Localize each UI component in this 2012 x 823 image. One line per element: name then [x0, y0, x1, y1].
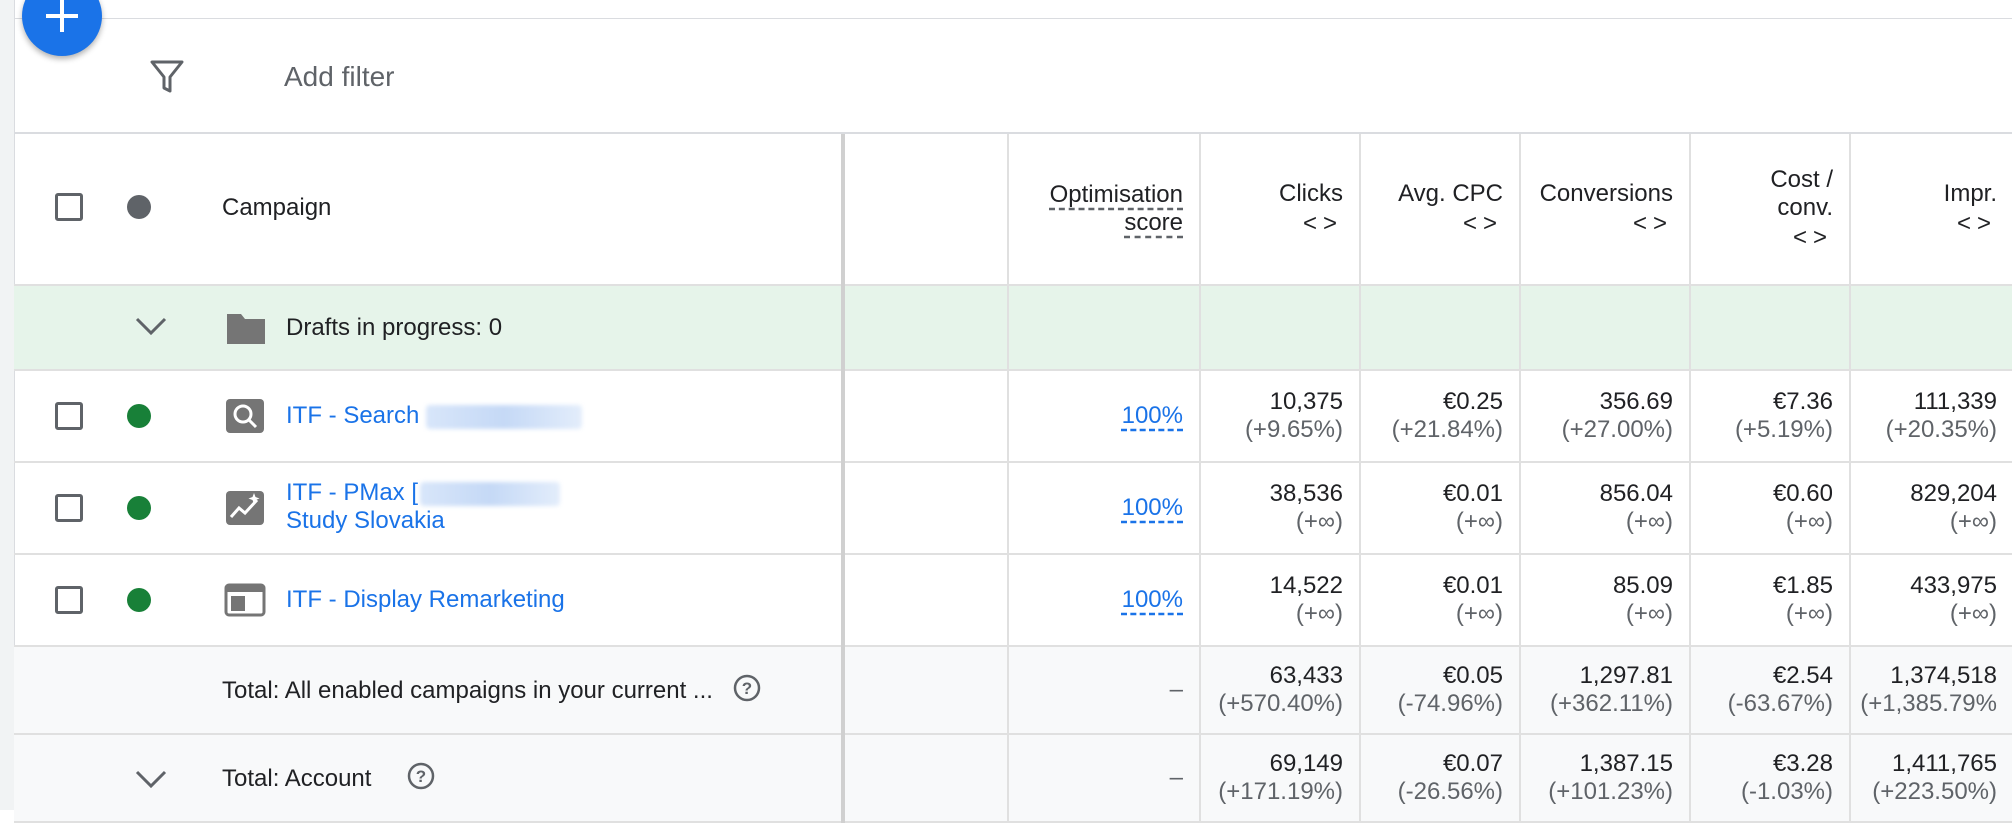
svg-text:?: ? [742, 679, 752, 698]
svg-text:?: ? [416, 767, 426, 786]
campaign-link[interactable]: ITF - Search [286, 402, 583, 430]
optimisation-score-header[interactable]: Optimisation score [1008, 134, 1201, 286]
row-checkbox[interactable] [55, 494, 83, 522]
table-row: ITF - Display Remarketing 100% 14,522 (+∞… [14, 554, 2012, 647]
campaign-column-header[interactable]: Campaign [222, 194, 331, 222]
status-enabled-dot[interactable] [127, 588, 151, 612]
folder-icon [227, 314, 265, 344]
table-row: ITF - Search 100% 10,375 (+9.65%) €0.25 (+… [14, 370, 2012, 463]
total-account-label: Total: Account [222, 765, 372, 792]
display-campaign-icon [224, 583, 266, 617]
table-row: ITF - PMax [ Study Slovakia 100% 38,536(… [14, 462, 2012, 555]
row-checkbox[interactable] [55, 402, 83, 430]
select-all-checkbox[interactable] [55, 193, 83, 221]
row-checkbox[interactable] [55, 586, 83, 614]
clicks-header[interactable]: Clicks <> [1200, 134, 1361, 286]
sort-arrows-icon[interactable]: <> [1361, 210, 1503, 238]
table-header-row: Campaign Optimisation score Clicks <> Av… [14, 134, 2012, 286]
status-header-dot[interactable] [127, 195, 151, 219]
status-enabled-dot[interactable] [127, 404, 151, 428]
drafts-row: Drafts in progress: 0 [14, 285, 2012, 371]
status-enabled-dot[interactable] [127, 496, 151, 520]
sort-arrows-icon[interactable]: <> [1521, 210, 1673, 238]
redacted-text [420, 481, 560, 506]
help-icon[interactable]: ? [732, 673, 762, 703]
add-filter-button[interactable]: Add filter [284, 58, 395, 96]
total-account-row: Total: Account ? – 69,149 (+171.19%) €0.0… [14, 734, 2012, 823]
left-panel-edge [0, 0, 15, 810]
optimisation-score-link[interactable]: 100% [1122, 586, 1183, 613]
total-enabled-label: Total: All enabled campaigns in your cur… [222, 677, 713, 704]
avg-cpc-header[interactable]: Avg. CPC <> [1360, 134, 1521, 286]
campaigns-table: Campaign Optimisation score Clicks <> Av… [14, 134, 2012, 823]
total-enabled-row: Total: All enabled campaigns in your cur… [14, 646, 2012, 735]
search-campaign-icon [226, 399, 264, 433]
campaign-link[interactable]: ITF - Display Remarketing [286, 586, 565, 614]
sort-arrows-icon[interactable]: <> [1201, 210, 1343, 238]
campaign-link[interactable]: ITF - PMax [ Study Slovakia [286, 479, 560, 535]
plus-icon [46, 0, 78, 32]
help-icon[interactable]: ? [406, 761, 436, 791]
filter-icon[interactable] [148, 58, 186, 96]
redacted-text [426, 404, 583, 429]
cost-per-conv-header[interactable]: Cost / conv. <> [1690, 134, 1851, 286]
sort-arrows-icon[interactable]: <> [1691, 224, 1833, 252]
conversions-header[interactable]: Conversions <> [1520, 134, 1691, 286]
optimisation-score-link[interactable]: 100% [1122, 494, 1183, 521]
chevron-down-icon[interactable] [134, 314, 168, 338]
impressions-header[interactable]: Impr. <> [1850, 134, 2012, 286]
top-divider [14, 18, 2012, 19]
performance-max-icon [226, 491, 264, 525]
new-campaign-button[interactable] [22, 0, 102, 56]
drafts-label: Drafts in progress: 0 [286, 314, 503, 341]
empty-column-header [843, 134, 1009, 286]
sort-arrows-icon[interactable]: <> [1851, 210, 1997, 238]
optimisation-score-link[interactable]: 100% [1122, 402, 1183, 429]
chevron-down-icon[interactable] [134, 767, 168, 791]
